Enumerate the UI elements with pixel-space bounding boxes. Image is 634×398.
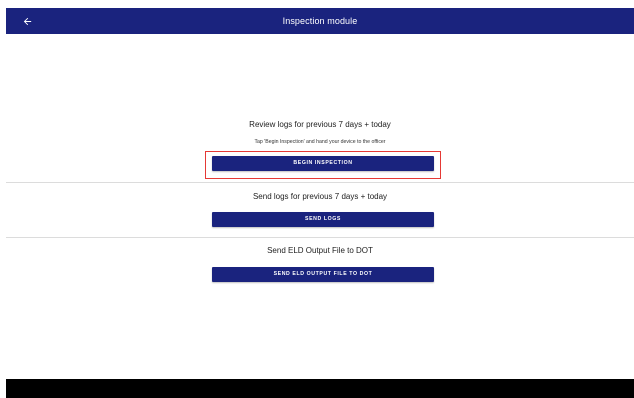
inspection-module-screen: Inspection module Review logs for previo… <box>0 0 634 398</box>
divider <box>6 237 634 238</box>
system-navigation-bar <box>6 379 634 398</box>
page-title: Inspection module <box>282 16 358 26</box>
app-bar: Inspection module <box>6 8 634 34</box>
send-logs-title: Send logs for previous 7 days + today <box>252 192 388 201</box>
divider <box>6 182 634 183</box>
send-logs-section: Send logs for previous 7 days + today <box>6 190 634 210</box>
send-eld-title: Send ELD Output File to DOT <box>267 246 373 255</box>
review-logs-title: Review logs for previous 7 days + today <box>249 120 391 129</box>
highlight-box <box>205 151 441 179</box>
send-logs-button[interactable]: SEND LOGS <box>212 212 434 227</box>
send-eld-section: Send ELD Output File to DOT <box>6 244 634 264</box>
review-logs-instruction: Tap 'Begin Inspection' and hand your dev… <box>254 139 386 145</box>
send-eld-output-file-button[interactable]: SEND ELD OUTPUT FILE TO DOT <box>212 267 434 282</box>
